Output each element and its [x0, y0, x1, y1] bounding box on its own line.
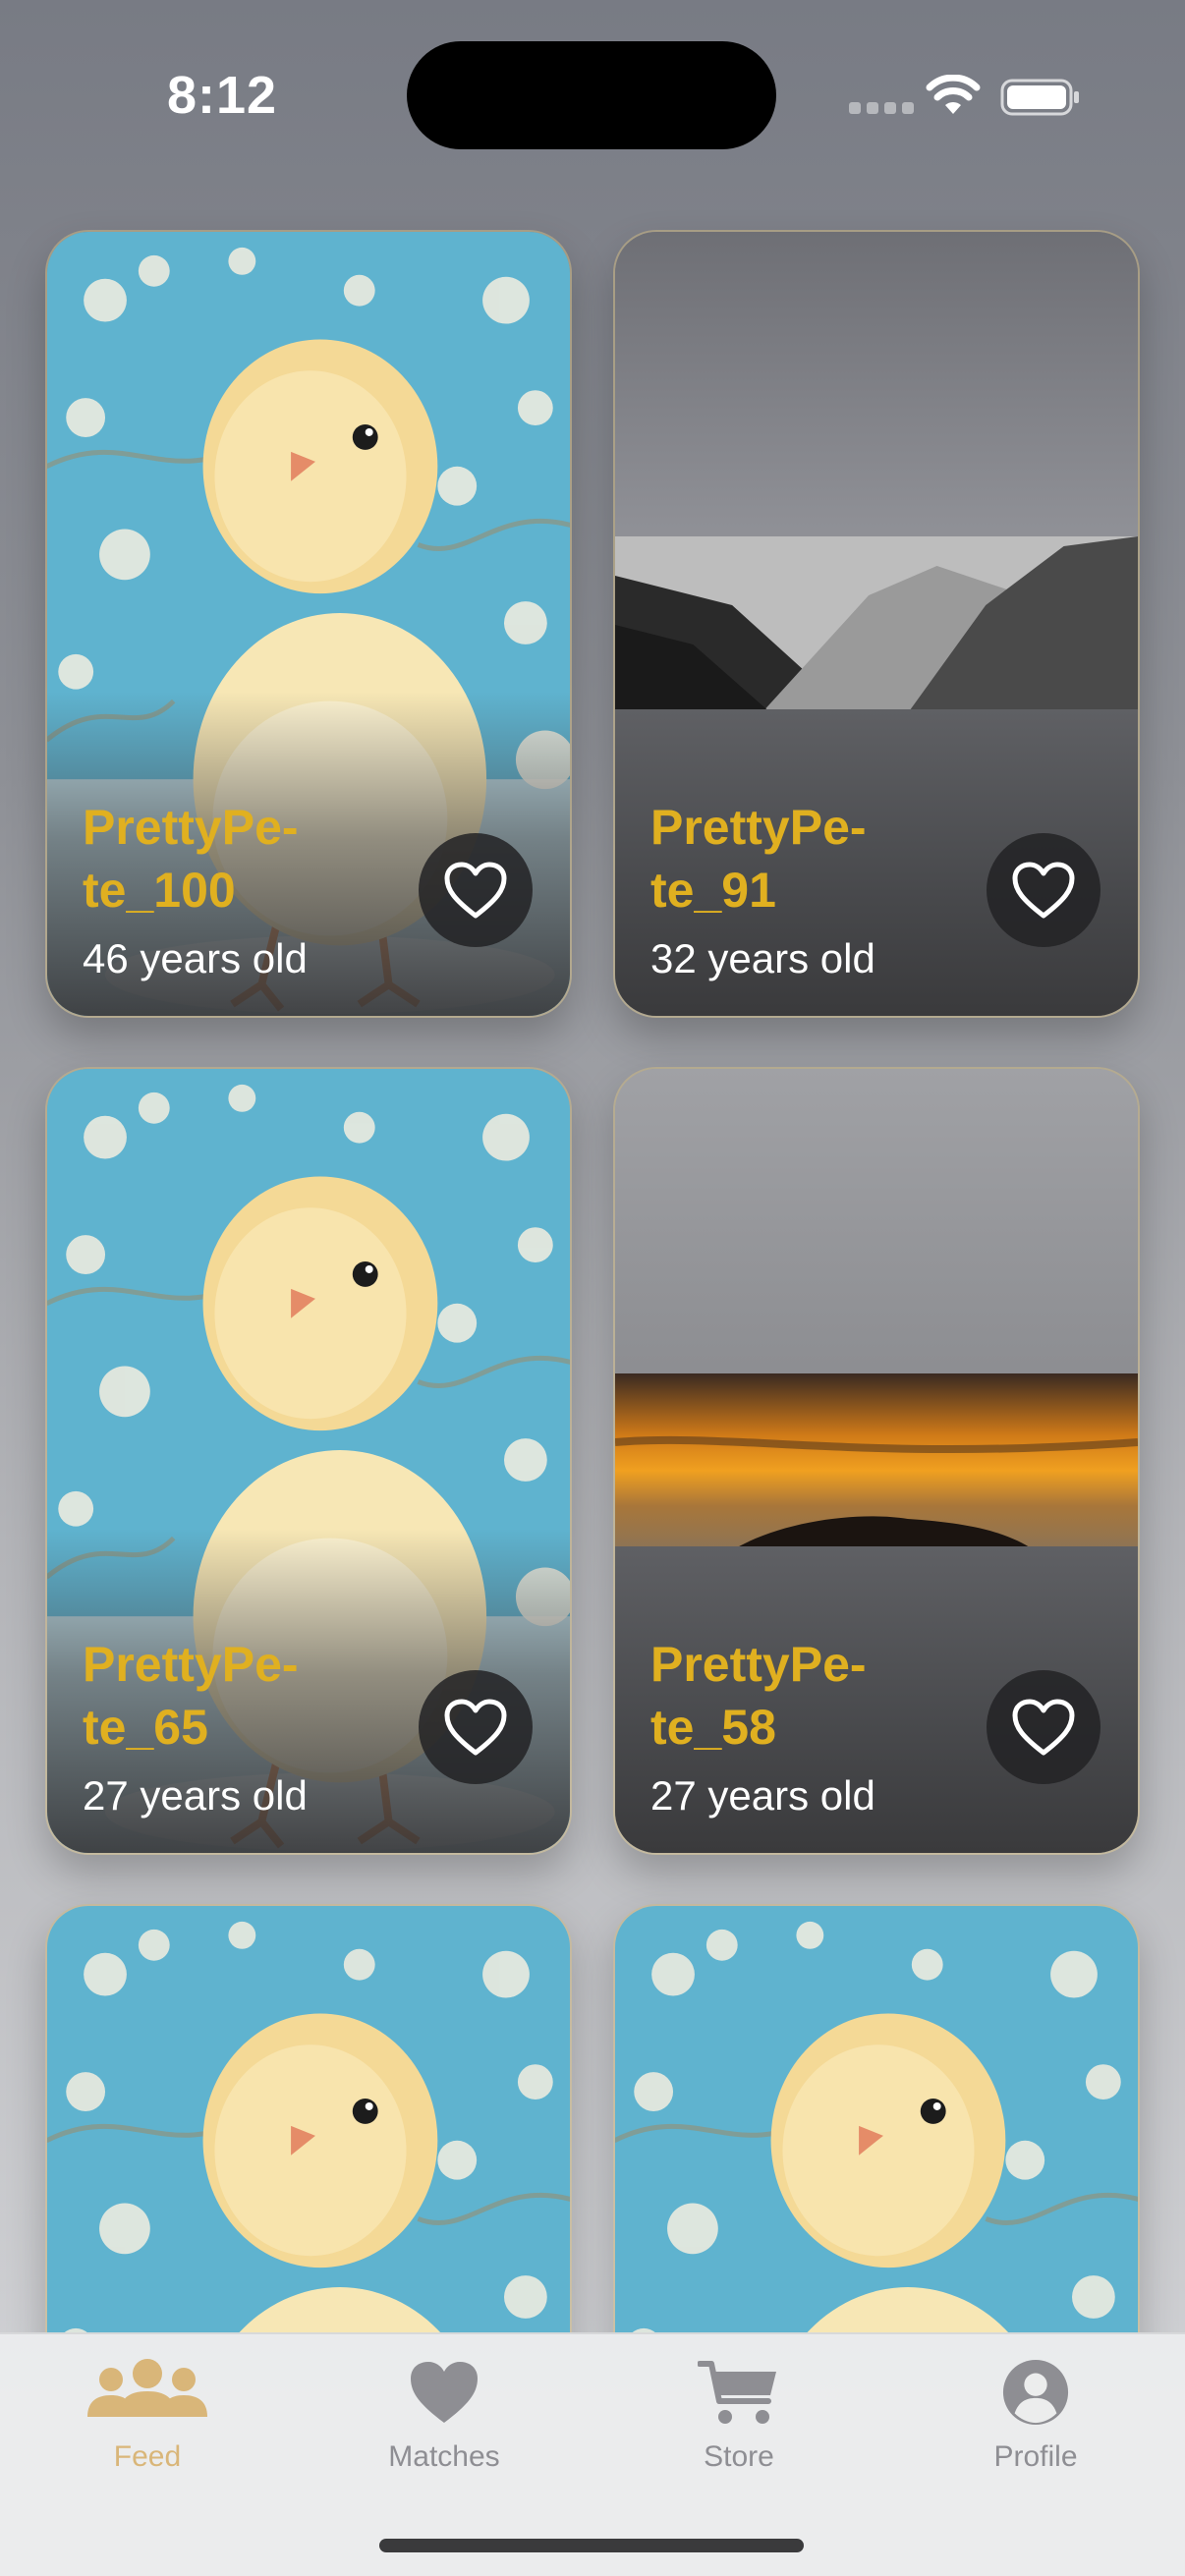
heart-outline-icon — [443, 1698, 508, 1757]
like-button[interactable] — [987, 1670, 1100, 1784]
cart-icon — [698, 2361, 776, 2424]
people-icon — [87, 2359, 207, 2417]
tab-label: Feed — [113, 2440, 182, 2473]
profile-photo — [615, 1373, 1138, 1550]
cellular-signal-icon — [849, 102, 914, 114]
tab-feed[interactable]: Feed — [49, 2358, 246, 2495]
profile-age: 32 years old — [650, 935, 875, 981]
profile-age: 27 years old — [650, 1772, 875, 1819]
status-bar: 8:12 — [0, 0, 1185, 167]
profile-photo — [47, 1906, 570, 2333]
like-button[interactable] — [419, 833, 533, 947]
dynamic-island — [407, 41, 776, 149]
profile-card[interactable]: PrettyPe-te_65 27 years old — [45, 1067, 572, 1855]
profile-card[interactable] — [613, 1904, 1140, 2333]
profile-name: PrettyPe-te_65 — [83, 1637, 299, 1755]
wifi-icon — [926, 75, 981, 114]
like-button[interactable] — [419, 1670, 533, 1784]
tab-matches[interactable]: Matches — [346, 2358, 542, 2495]
tab-label: Matches — [388, 2440, 500, 2473]
heart-icon — [411, 2362, 478, 2423]
profile-age: 46 years old — [83, 935, 308, 981]
tab-profile[interactable]: Profile — [937, 2358, 1134, 2495]
feed-grid: PrettyPe-te_100 46 years old PrettyPe-te… — [0, 0, 1185, 2333]
tab-store[interactable]: Store — [641, 2358, 837, 2495]
heart-outline-icon — [443, 861, 508, 920]
status-time: 8:12 — [167, 66, 278, 125]
profile-name: PrettyPe-te_91 — [650, 800, 867, 918]
profile-card[interactable]: PrettyPe-te_100 46 years old — [45, 230, 572, 1018]
heart-outline-icon — [1011, 861, 1076, 920]
tab-label: Store — [704, 2440, 774, 2473]
profile-card[interactable]: PrettyPe-te_58 27 years old — [613, 1067, 1140, 1855]
home-indicator[interactable] — [379, 2539, 804, 2552]
profile-card[interactable] — [45, 1904, 572, 2333]
person-circle-icon — [1002, 2359, 1069, 2426]
profile-name: PrettyPe-te_100 — [83, 800, 299, 918]
profile-card[interactable]: PrettyPe-te_91 32 years old — [613, 230, 1140, 1018]
profile-age: 27 years old — [83, 1772, 308, 1819]
battery-icon — [1000, 79, 1079, 116]
like-button[interactable] — [987, 833, 1100, 947]
profile-photo — [615, 1906, 1138, 2333]
tab-label: Profile — [993, 2440, 1078, 2473]
heart-outline-icon — [1011, 1698, 1076, 1757]
profile-name: PrettyPe-te_58 — [650, 1637, 867, 1755]
profile-photo — [615, 536, 1138, 713]
